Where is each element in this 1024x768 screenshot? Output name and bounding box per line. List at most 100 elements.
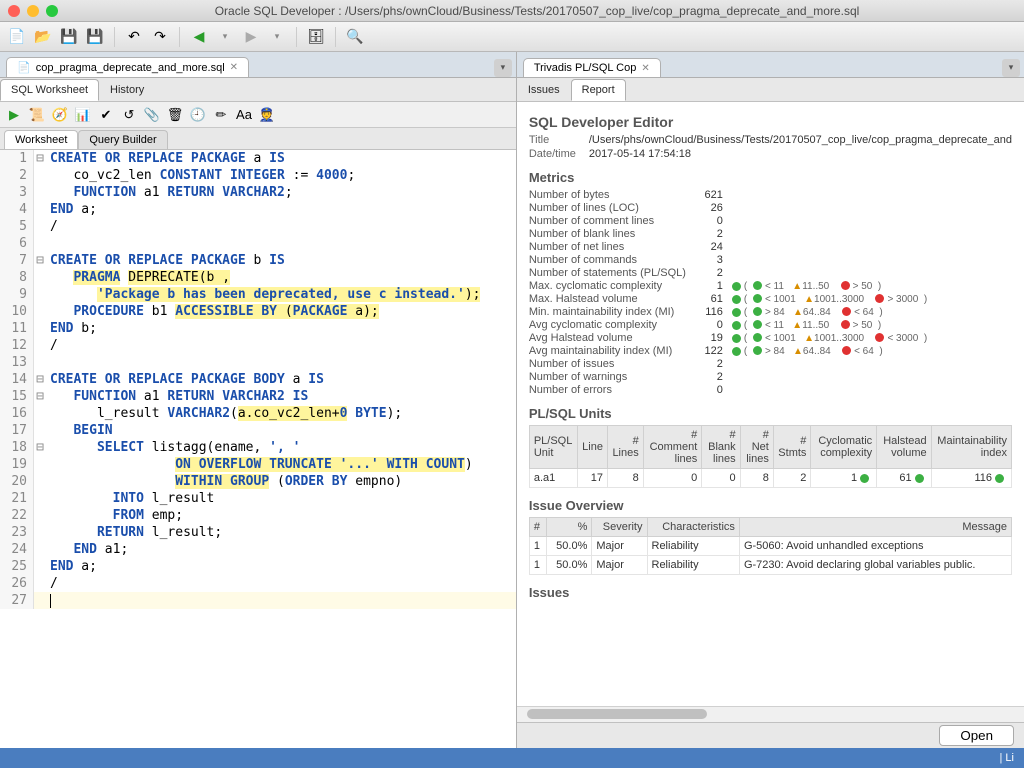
metric-row: Number of comment lines0: [529, 215, 1012, 227]
clear-icon[interactable]: 🗑: [165, 105, 185, 125]
cop-tab-label: Trivadis PL/SQL Cop: [534, 62, 637, 74]
table-row[interactable]: a.a11780082161116: [529, 469, 1011, 488]
metric-row: Number of commands3: [529, 254, 1012, 266]
metric-row: Avg maintainability index (MI)122( > 84 …: [529, 345, 1012, 357]
code-line[interactable]: 25END a;: [0, 558, 516, 575]
open-button[interactable]: Open: [939, 725, 1014, 746]
code-line[interactable]: 16 l_result VARCHAR2(a.co_vc2_len+0 BYTE…: [0, 405, 516, 422]
zoom-window-icon[interactable]: [46, 5, 58, 17]
sql-icon[interactable]: 🗄: [305, 26, 327, 48]
units-table: PL/SQL UnitLine# Lines# Comment lines# B…: [529, 425, 1012, 488]
tab-history[interactable]: History: [99, 79, 155, 101]
sql-history-icon[interactable]: 🕘: [188, 105, 208, 125]
find-icon[interactable]: 🔍: [344, 26, 366, 48]
code-line[interactable]: 21 INTO l_result: [0, 490, 516, 507]
tab-issues[interactable]: Issues: [517, 79, 571, 101]
explain-icon[interactable]: 🧭: [50, 105, 70, 125]
commit-icon[interactable]: ✔: [96, 105, 116, 125]
forward-icon[interactable]: ▶: [240, 26, 262, 48]
close-window-icon[interactable]: [8, 5, 20, 17]
close-tab-icon[interactable]: ✕: [230, 62, 238, 73]
code-line[interactable]: 1⊟CREATE OR REPLACE PACKAGE a IS: [0, 150, 516, 167]
code-line[interactable]: 26/: [0, 575, 516, 592]
code-line[interactable]: 10 PROCEDURE b1 ACCESSIBLE BY (PACKAGE a…: [0, 303, 516, 320]
tab-report[interactable]: Report: [571, 79, 626, 101]
report-heading: SQL Developer Editor: [529, 114, 1012, 130]
report-body: SQL Developer Editor Title /Users/phs/ow…: [517, 102, 1024, 706]
code-line[interactable]: 17 BEGIN: [0, 422, 516, 439]
code-line[interactable]: 23 RETURN l_result;: [0, 524, 516, 541]
rollback-icon[interactable]: ↺: [119, 105, 139, 125]
upper-icon[interactable]: Aa: [234, 105, 254, 125]
table-row[interactable]: 150.0%MajorReliabilityG-7230: Avoid decl…: [529, 556, 1011, 575]
cop-subtabs: Issues Report: [517, 78, 1024, 102]
file-icon: 📄: [17, 61, 31, 74]
table-row[interactable]: 150.0%MajorReliabilityG-5060: Avoid unha…: [529, 537, 1011, 556]
metrics-heading: Metrics: [529, 170, 1012, 185]
metric-row: Number of warnings2: [529, 371, 1012, 383]
status-bar: | Li: [0, 748, 1024, 768]
code-line[interactable]: 19 ON OVERFLOW TRUNCATE '...' WITH COUNT…: [0, 456, 516, 473]
file-tab[interactable]: 📄 cop_pragma_deprecate_and_more.sql ✕: [6, 57, 249, 77]
code-line[interactable]: 20 WITHIN GROUP (ORDER BY empno): [0, 473, 516, 490]
code-line[interactable]: 4END a;: [0, 201, 516, 218]
format-icon[interactable]: ✏: [211, 105, 231, 125]
close-cop-tab-icon[interactable]: ✕: [641, 63, 649, 74]
unshared-icon[interactable]: 📎: [142, 105, 162, 125]
code-line[interactable]: 14⊟CREATE OR REPLACE PACKAGE BODY a IS: [0, 371, 516, 388]
save-all-icon[interactable]: 💾: [84, 26, 106, 48]
forward-menu-icon[interactable]: ▾: [266, 26, 288, 48]
code-line[interactable]: 13: [0, 354, 516, 371]
redo-icon[interactable]: ↷: [149, 26, 171, 48]
code-line[interactable]: 9 'Package b has been deprecated, use c …: [0, 286, 516, 303]
tab-list-menu-icon[interactable]: ▾: [494, 59, 512, 77]
status-text: | Li: [1000, 752, 1014, 764]
code-line[interactable]: 27: [0, 592, 516, 609]
code-line[interactable]: 18⊟ SELECT listagg(ename, ', ': [0, 439, 516, 456]
code-line[interactable]: 7⊟CREATE OR REPLACE PACKAGE b IS: [0, 252, 516, 269]
horizontal-scrollbar[interactable]: [517, 706, 1024, 722]
code-line[interactable]: 12/: [0, 337, 516, 354]
cop-tabbar: Trivadis PL/SQL Cop ✕ ▾: [517, 52, 1024, 78]
metric-row: Number of errors0: [529, 384, 1012, 396]
code-line[interactable]: 3 FUNCTION a1 RETURN VARCHAR2;: [0, 184, 516, 201]
code-line[interactable]: 8 PRAGMA DEPRECATE(b ,: [0, 269, 516, 286]
back-menu-icon[interactable]: ▾: [214, 26, 236, 48]
code-line[interactable]: 24 END a1;: [0, 541, 516, 558]
tab-sql-worksheet[interactable]: SQL Worksheet: [0, 79, 99, 101]
minimize-window-icon[interactable]: [27, 5, 39, 17]
autotrace-icon[interactable]: 📊: [73, 105, 93, 125]
metric-row: Number of net lines24: [529, 241, 1012, 253]
save-icon[interactable]: 💾: [58, 26, 80, 48]
cop-icon[interactable]: 👮: [257, 105, 277, 125]
code-line[interactable]: 6: [0, 235, 516, 252]
issues-heading: Issues: [529, 585, 1012, 600]
metric-row: Avg Halstead volume19( < 1001 ▲1001..300…: [529, 332, 1012, 344]
code-line[interactable]: 11END b;: [0, 320, 516, 337]
back-icon[interactable]: ◀: [188, 26, 210, 48]
new-icon[interactable]: 📄: [6, 26, 28, 48]
open-icon[interactable]: 📂: [32, 26, 54, 48]
code-line[interactable]: 2 co_vc2_len CONSTANT INTEGER := 4000;: [0, 167, 516, 184]
code-line[interactable]: 5/: [0, 218, 516, 235]
metric-row: Max. cyclomatic complexity1( < 11 ▲11..5…: [529, 280, 1012, 292]
cop-tab-menu-icon[interactable]: ▾: [1002, 59, 1020, 77]
code-line[interactable]: 15⊟ FUNCTION a1 RETURN VARCHAR2 IS: [0, 388, 516, 405]
metric-row: Avg cyclomatic complexity0( < 11 ▲11..50…: [529, 319, 1012, 331]
tab-worksheet[interactable]: Worksheet: [4, 130, 78, 149]
code-editor[interactable]: 1⊟CREATE OR REPLACE PACKAGE a IS2 co_vc2…: [0, 150, 516, 748]
code-line[interactable]: 22 FROM emp;: [0, 507, 516, 524]
editor-subtabs: SQL Worksheet History: [0, 78, 516, 102]
editor-toolbar: ▶ 📜 🧭 📊 ✔ ↺ 📎 🗑 🕘 ✏ Aa 👮: [0, 102, 516, 128]
issue-overview-heading: Issue Overview: [529, 498, 1012, 513]
metric-row: Min. maintainability index (MI)116( > 84…: [529, 306, 1012, 318]
metric-row: Number of blank lines2: [529, 228, 1012, 240]
cop-tab[interactable]: Trivadis PL/SQL Cop ✕: [523, 58, 661, 77]
undo-icon[interactable]: ↶: [123, 26, 145, 48]
cop-pane: Trivadis PL/SQL Cop ✕ ▾ Issues Report SQ…: [517, 52, 1024, 748]
run-script-icon[interactable]: 📜: [27, 105, 47, 125]
datetime-label: Date/time: [529, 148, 589, 160]
run-icon[interactable]: ▶: [4, 105, 24, 125]
tab-query-builder[interactable]: Query Builder: [78, 130, 167, 149]
metric-row: Number of lines (LOC)26: [529, 202, 1012, 214]
